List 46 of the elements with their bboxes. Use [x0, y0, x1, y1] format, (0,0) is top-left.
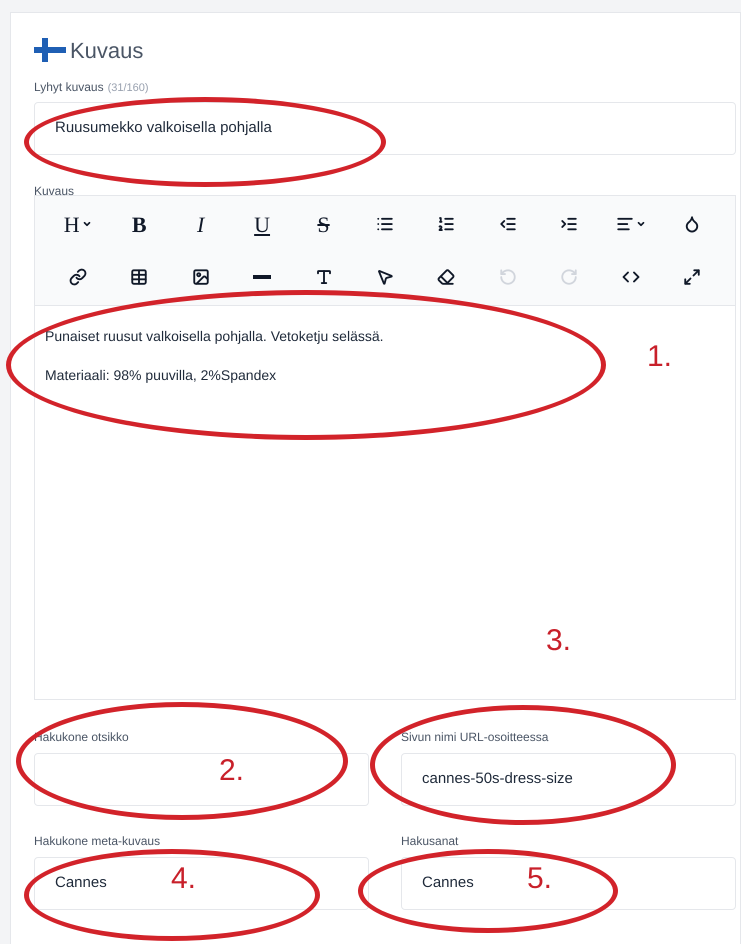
table-icon	[130, 268, 148, 286]
underline-button[interactable]: U	[231, 204, 293, 244]
link-icon	[68, 268, 87, 286]
field-label: Kuvaus	[34, 184, 74, 198]
align-icon	[616, 215, 634, 233]
field-label: Lyhyt kuvaus	[34, 79, 104, 96]
field-value: Cannes	[422, 873, 474, 894]
pointer-icon	[376, 268, 394, 286]
indent-icon	[560, 215, 578, 233]
caret-icon	[636, 219, 646, 229]
editor-paragraph: Punaiset ruusut valkoisella pohjalla. Vetoketju selässä.	[45, 327, 384, 346]
eraser-icon	[437, 268, 456, 286]
heading-button[interactable]: H	[47, 204, 108, 244]
input-field[interactable]: Cannes 5.	[401, 857, 736, 910]
caret-icon	[82, 219, 92, 229]
bullet-list-icon	[376, 215, 394, 233]
numbered-list-icon	[437, 215, 456, 233]
editor-paragraph: Materiaali: 98% puuvilla, 2%Spandex	[45, 366, 276, 385]
field-label: Sivun nimi URL-osoitteessa	[401, 729, 550, 743]
character-count: (31/160)	[108, 81, 149, 96]
expand-icon	[683, 268, 702, 286]
field-label: Hakukone meta-kuvaus	[34, 833, 162, 847]
annotation-number: 5.	[527, 864, 552, 894]
field-label: Hakusanat	[401, 833, 460, 847]
text-size-icon	[314, 268, 333, 286]
field-value: Ruusumekko valkoisella pohjalla	[55, 118, 272, 138]
field-value: Cannes	[55, 873, 107, 894]
annotation-number: 3.	[546, 626, 572, 656]
annotation-number: 2.	[219, 756, 244, 786]
input-field[interactable]: Ruusumekko valkoisella pohjalla	[34, 102, 736, 155]
flag-cross-icon	[34, 38, 66, 62]
section-title: Kuvaus	[70, 36, 144, 64]
annotation-number: 4.	[171, 864, 196, 894]
image-icon	[192, 268, 210, 286]
bold-button[interactable]: B	[108, 204, 170, 244]
undo-icon	[498, 268, 517, 286]
input-field[interactable]: 2.	[34, 753, 369, 806]
input-field[interactable]: cannes-50s-dress-size	[401, 753, 736, 806]
annotation-number: 1.	[647, 342, 672, 372]
redo-icon	[560, 268, 578, 286]
outdent-icon	[498, 215, 517, 233]
field-value: cannes-50s-dress-size	[422, 769, 573, 790]
strike-button[interactable]: S	[292, 204, 354, 244]
input-field[interactable]: Cannes 4.	[34, 857, 369, 910]
italic-button[interactable]: I	[170, 204, 232, 244]
editor-text-area[interactable]: Punaiset ruusut valkoisella pohjalla. Vetoketju selässä. Materiaali: 98% puuvilla, 2%Spandex 1. 3.	[35, 306, 735, 699]
